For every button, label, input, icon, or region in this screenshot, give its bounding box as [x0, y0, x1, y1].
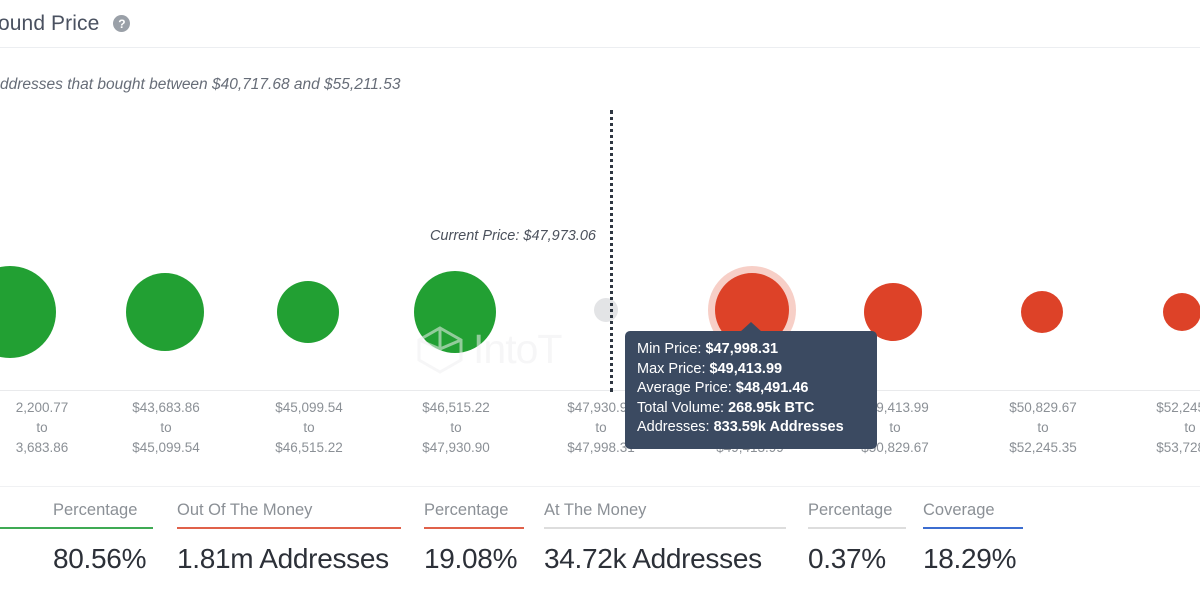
tooltip-key: Min Price:	[637, 341, 706, 357]
tooltip-value: 833.59k Addresses	[713, 419, 844, 435]
x-axis-label: 2,200.77 to 3,683.86	[16, 398, 69, 458]
panel-header: ound Price ?	[0, 0, 1200, 48]
x-axis-label-line: $46,515.22	[275, 440, 343, 455]
stat-label: Coverage	[923, 501, 995, 519]
stat-value: 0.37%	[808, 543, 886, 574]
x-axis-label-line: $45,099.54	[275, 400, 343, 415]
page-title: ound Price	[0, 11, 100, 35]
x-axis-line	[0, 390, 1200, 391]
current-price-line	[610, 110, 613, 392]
tooltip-key: Addresses:	[637, 419, 714, 435]
x-axis-label-line: to	[1184, 420, 1196, 435]
x-axis-label-line: 2,200.77	[15, 400, 69, 415]
x-axis-label-line: to	[450, 420, 462, 435]
stat-label: Percentage	[808, 501, 893, 519]
stat-label: Out Of The Money	[177, 501, 313, 519]
stat-underline	[0, 527, 60, 529]
x-axis-label-line: $46,515.22	[422, 400, 490, 415]
bubble-chart	[0, 110, 1200, 395]
stat-underline	[177, 527, 401, 529]
x-axis-label: $50,829.67 to $52,245.35	[1009, 398, 1077, 458]
stat-label: At The Money	[544, 501, 647, 519]
stat-underline	[544, 527, 786, 529]
x-axis-label-line: $52,245.35	[1156, 400, 1200, 415]
x-axis-label-line: $53,728.44	[1156, 440, 1200, 455]
x-axis-label-line: $43,683.86	[132, 400, 200, 415]
stat-value: 18.29%	[923, 543, 1017, 574]
stat-block: es es	[0, 501, 60, 575]
tooltip-key: Max Price:	[637, 360, 710, 377]
stat-value: 34.72k Addresses	[544, 543, 762, 574]
x-axis-label-line: $45,099.54	[132, 440, 200, 455]
bubble-in-the-money[interactable]	[414, 271, 496, 353]
stat-label: Percentage	[424, 501, 509, 519]
summary-stats-bar: esesPercentage80.56%Out Of The Money1.81…	[0, 486, 1200, 601]
x-axis-label-line: 3,683.86	[15, 440, 69, 455]
tooltip-value: $49,413.99	[709, 360, 783, 377]
stat-block: Coverage 18.29%	[923, 501, 1023, 575]
stat-block: Percentage 80.56%	[53, 501, 153, 575]
stat-label: Percentage	[53, 501, 138, 519]
stat-value: 80.56%	[53, 543, 147, 574]
stat-value: es	[0, 543, 60, 575]
tooltip-value: 268.95k BTC	[728, 399, 815, 416]
stat-underline	[53, 527, 153, 529]
tooltip-arrow	[740, 322, 762, 332]
bubble-out-of-the-money[interactable]	[1021, 291, 1063, 333]
x-axis-label-line: to	[36, 420, 48, 435]
stat-block: Percentage 19.08%	[424, 501, 524, 575]
bubble-in-the-money[interactable]	[277, 281, 339, 343]
x-axis-label-line: to	[1037, 420, 1049, 435]
x-axis-label: $52,245.35 to $53,728.44	[1156, 398, 1200, 458]
bubble-tooltip: Min Price: $47,998.31 Max Price: $49,413.…	[625, 322, 877, 449]
tooltip-row: Total Volume: 268.95k BTC	[637, 399, 865, 419]
x-axis-label-line: to	[303, 420, 315, 435]
bubble-in-the-money[interactable]	[0, 266, 56, 358]
x-axis-labels: 2,200.77 to 3,683.86 $43,683.86 to $45,099.54…	[0, 398, 1200, 460]
stat-block: Percentage 0.37%	[808, 501, 906, 575]
chart-subtitle: ddresses that bought between $40,717.68 …	[0, 76, 401, 93]
tooltip-row: Min Price: $47,998.31	[637, 340, 865, 360]
stat-value: 1.81m Addresses	[177, 543, 389, 574]
tooltip-row: Addresses: 833.59k Addresses	[637, 418, 865, 438]
x-axis-label-line: $52,245.35	[1009, 440, 1077, 455]
x-axis-label-line: $50,829.67	[1009, 400, 1077, 415]
x-axis-label-line: to	[160, 420, 172, 435]
tooltip-row: Average Price: $48,491.46	[637, 379, 865, 399]
x-axis-label: $46,515.22 to $47,930.90	[422, 398, 490, 458]
help-icon[interactable]: ?	[113, 15, 131, 32]
stat-value: 19.08%	[424, 543, 518, 574]
stat-block: At The Money 34.72k Addresses	[544, 501, 786, 575]
tooltip-key: Total Volume:	[637, 399, 729, 416]
tooltip-row: Max Price: $49,413.99	[637, 360, 865, 380]
x-axis-label: $43,683.86 to $45,099.54	[132, 398, 200, 458]
tooltip-key: Average Price:	[637, 380, 736, 396]
stat-underline	[808, 527, 906, 529]
bubble-at-the-money[interactable]	[594, 298, 618, 322]
x-axis-label-line: $47,930.90	[422, 440, 490, 455]
stat-underline	[424, 527, 524, 529]
bubble-in-the-money[interactable]	[126, 273, 204, 351]
stat-underline	[923, 527, 1023, 529]
stat-label: es	[0, 501, 60, 527]
bubble-out-of-the-money[interactable]	[1163, 293, 1200, 331]
x-axis-label: $45,099.54 to $46,515.22	[275, 398, 343, 458]
stat-block: Out Of The Money 1.81m Addresses	[177, 501, 401, 575]
tooltip-value: $47,998.31	[705, 341, 779, 357]
current-price-label: Current Price: $47,973.06	[429, 228, 596, 244]
tooltip-value: $48,491.46	[735, 380, 809, 396]
